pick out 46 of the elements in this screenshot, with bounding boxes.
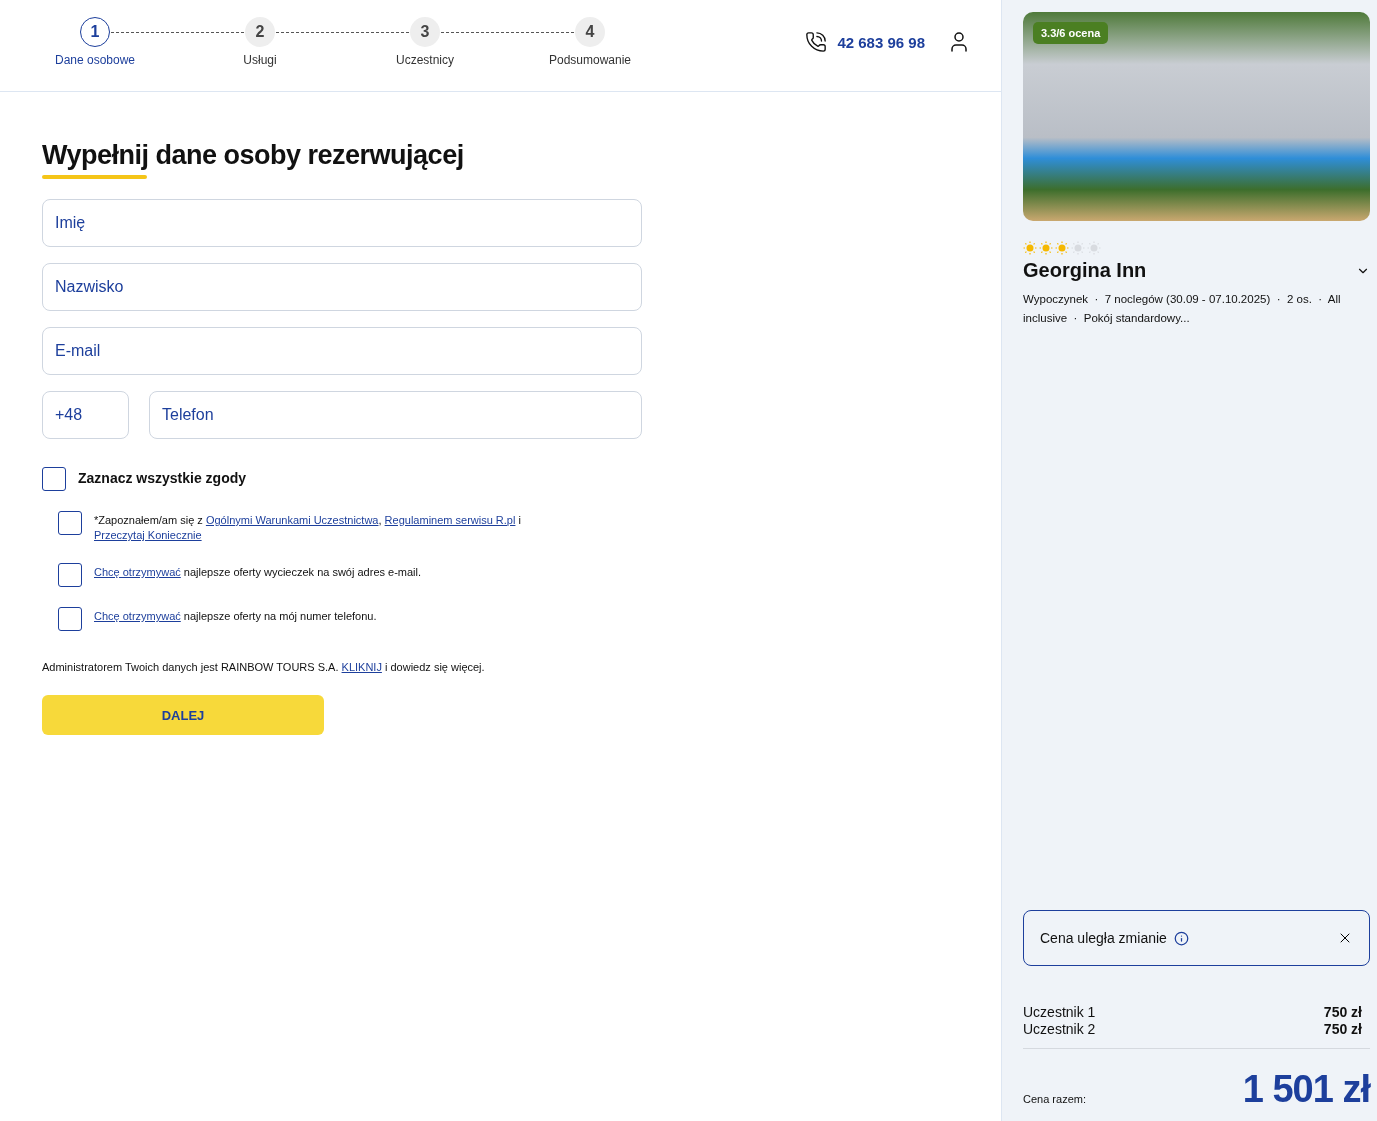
step-number[interactable]: 3 bbox=[410, 17, 440, 47]
checkbox[interactable] bbox=[58, 511, 82, 535]
phone-icon bbox=[805, 31, 828, 53]
step-label: Uczestnicy bbox=[396, 53, 454, 67]
participant-price: 750 zł bbox=[1323, 1021, 1362, 1038]
total-price: 1 501 zł bbox=[1242, 1068, 1370, 1111]
hotel-name: Georgina Inn bbox=[1023, 259, 1147, 282]
link[interactable]: Chcę otrzymywać bbox=[94, 610, 181, 622]
link[interactable]: Przeczytaj Koniecznie bbox=[94, 529, 202, 541]
info-icon[interactable] bbox=[1173, 930, 1189, 946]
sun-icon bbox=[1039, 241, 1053, 255]
prefix-field[interactable]: +48 bbox=[42, 391, 129, 439]
step-label: Dane osobowe bbox=[54, 53, 136, 67]
checkbox[interactable] bbox=[42, 467, 66, 491]
trip-details: Wypoczynek · 7 noclegów (30.09 - 07.10.2025) · 2 os. · All inclusive · Pokój standardowy... bbox=[1023, 292, 1342, 326]
admin-note: Administratorem Twoich danych jest RAINBOW TOURS S.A. KLIKNIJ i dowiedz się więcej. bbox=[42, 661, 486, 673]
checkbox[interactable] bbox=[58, 607, 82, 631]
input-field[interactable]: Imię bbox=[42, 199, 642, 247]
checkbox[interactable] bbox=[58, 563, 82, 587]
link[interactable]: Chcę otrzymywać bbox=[94, 566, 181, 578]
notice-text: Cena uległa zmianie bbox=[1040, 930, 1167, 946]
consent-text: *Zapoznałem/am się z Ogólnymi Warunkami Uczestnictwa, Regulaminem serwisu R.pl i Przeczytaj Koniecznie bbox=[94, 513, 522, 543]
sun-icon bbox=[1023, 241, 1037, 255]
input-field[interactable]: E-mail bbox=[42, 327, 642, 375]
step-number[interactable]: 4 bbox=[575, 17, 605, 47]
next-button[interactable]: DALEJ bbox=[42, 695, 324, 735]
consent-text: Chcę otrzymywać najlepsze oferty na mój numer telefonu. bbox=[94, 609, 377, 624]
total-label: Cena razem: bbox=[1023, 1093, 1086, 1105]
phone-number[interactable]: 42 683 96 98 bbox=[837, 33, 925, 51]
step-number[interactable]: 2 bbox=[245, 17, 275, 47]
link[interactable]: KLIKNIJ bbox=[341, 661, 382, 673]
participant-name: Uczestnik 2 bbox=[1023, 1021, 1096, 1038]
participant-price: 750 zł bbox=[1323, 1004, 1362, 1021]
step-number[interactable]: 1 bbox=[80, 17, 110, 47]
phone-field[interactable]: Telefon bbox=[149, 391, 642, 439]
empty-sun-icon bbox=[1087, 241, 1101, 255]
consent-text: Chcę otrzymywać najlepsze oferty wycieczek na swój adres e-mail. bbox=[94, 565, 422, 580]
participant-name: Uczestnik 1 bbox=[1023, 1004, 1096, 1021]
input-field[interactable]: Nazwisko bbox=[42, 263, 642, 311]
link[interactable]: Regulaminem serwisu R.pl bbox=[384, 514, 516, 526]
step-label: Usługi bbox=[243, 53, 277, 67]
sun-icon bbox=[1055, 241, 1069, 255]
empty-sun-icon bbox=[1071, 241, 1085, 255]
rating-badge: 3.3/6 ocena bbox=[1033, 22, 1109, 44]
checkbox-label: Zaznacz wszystkie zgody bbox=[78, 470, 247, 486]
step-label: Podsumowanie bbox=[548, 53, 632, 67]
